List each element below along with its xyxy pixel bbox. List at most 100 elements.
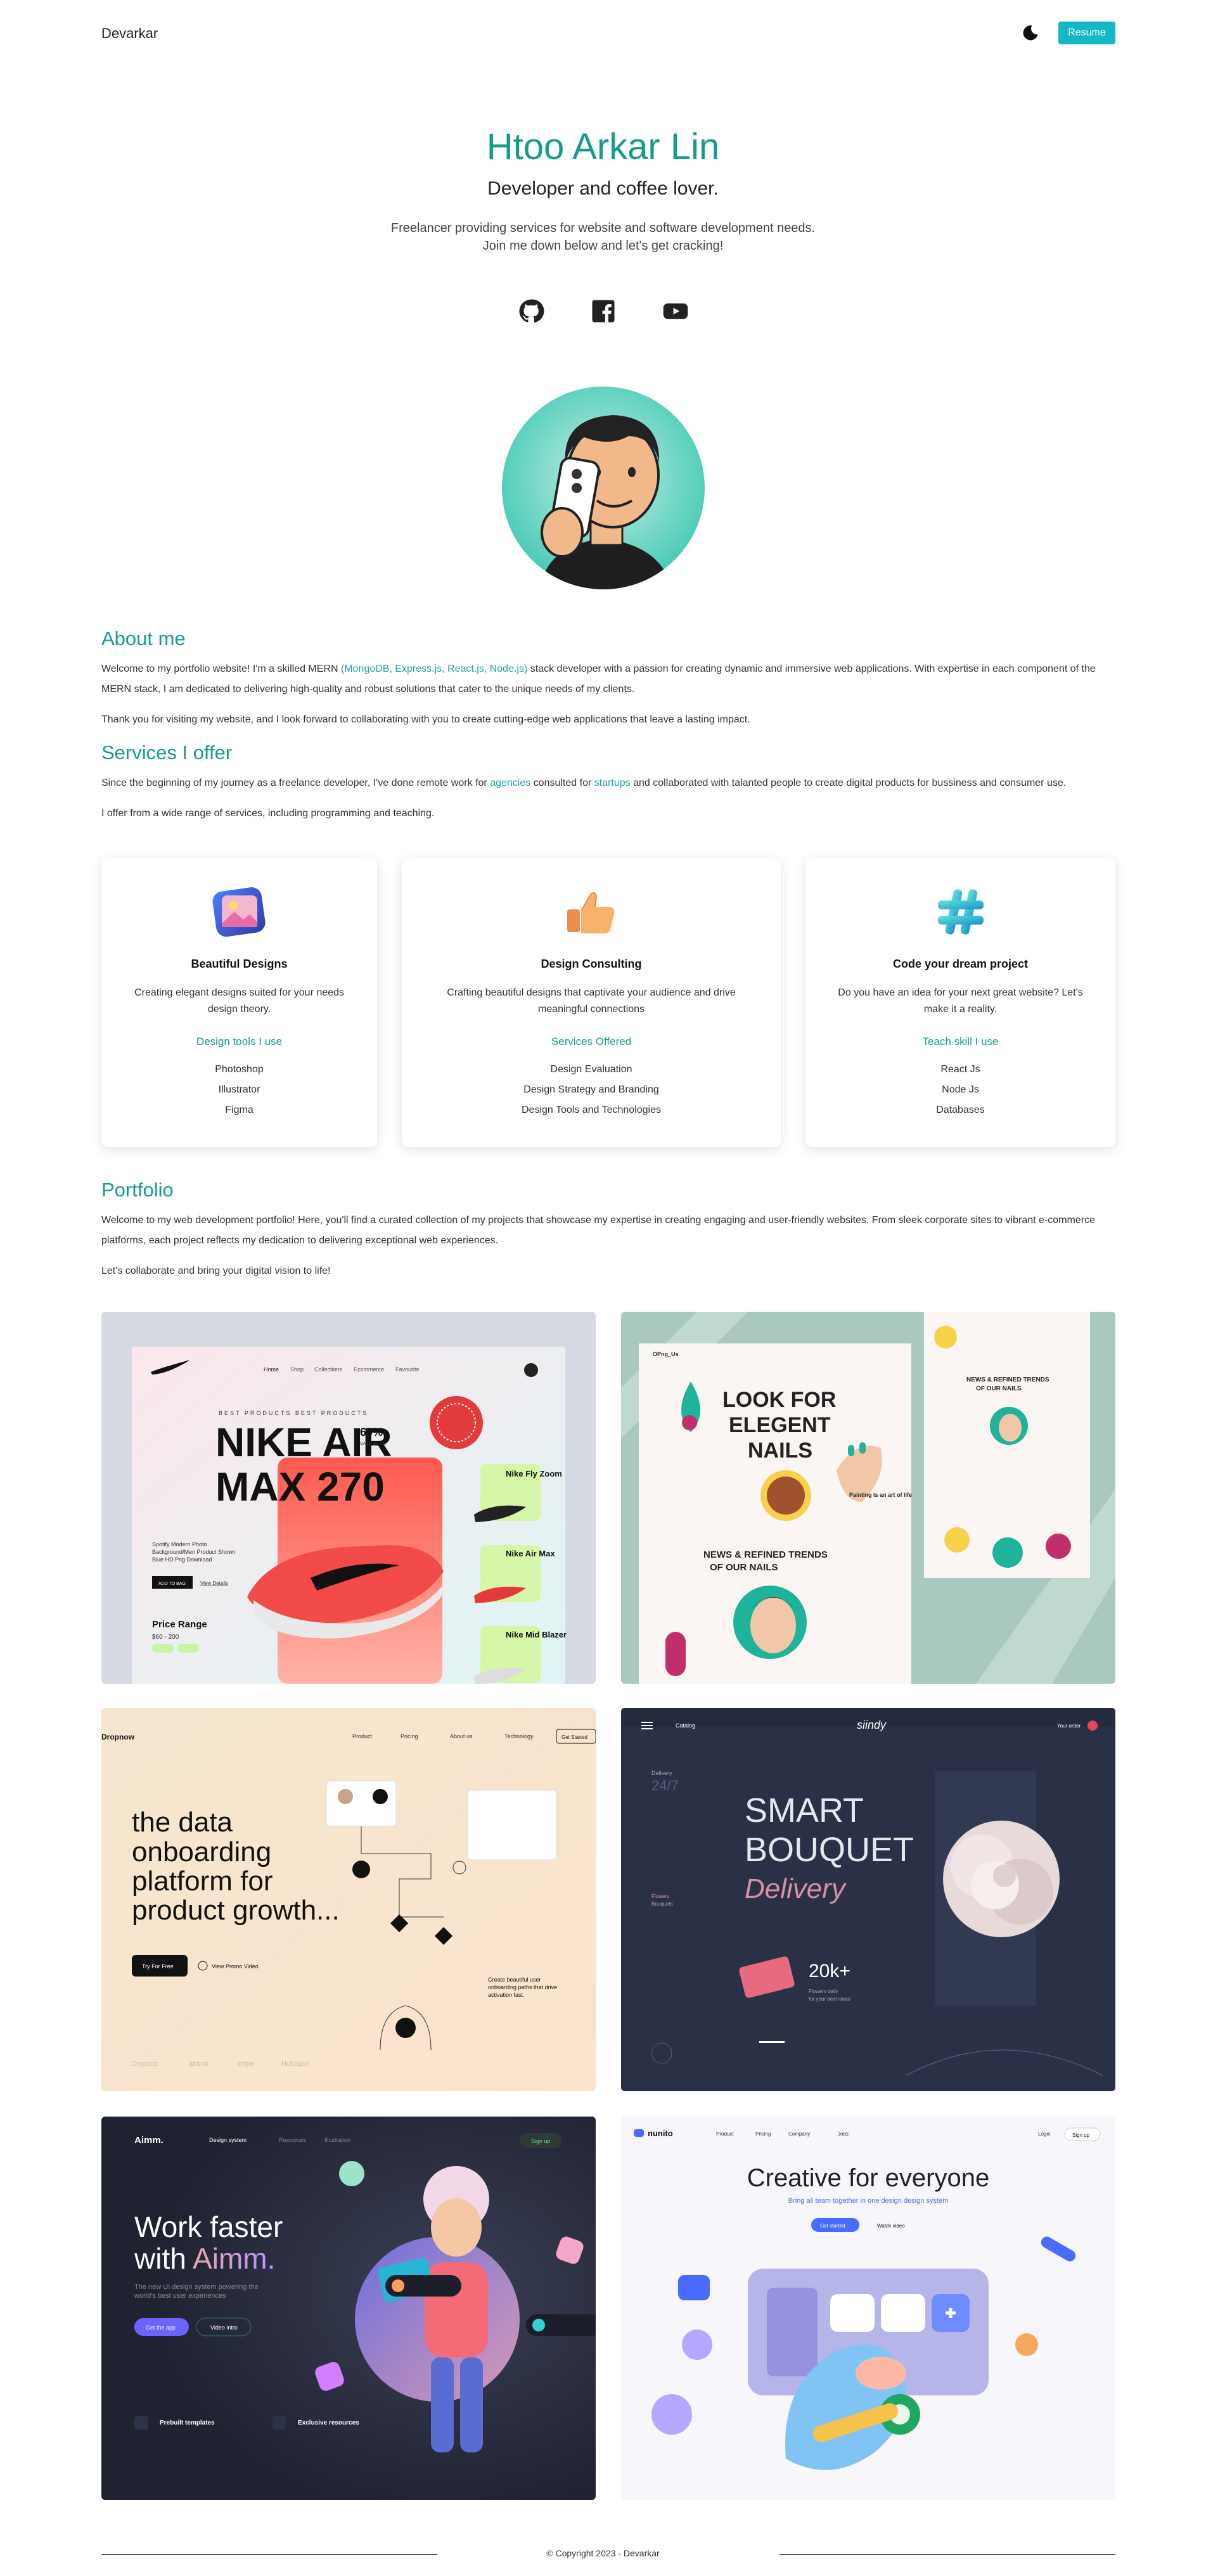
mockup-headline: the data <box>132 1807 233 1838</box>
services-paragraph-2: I offer from a wide range of services, i… <box>101 808 435 819</box>
mockup-brand: nunito <box>648 2129 673 2138</box>
hero-tagline: Developer and coffee lover. <box>487 178 719 199</box>
mockup-nav-text: About us <box>450 1733 473 1740</box>
mockup-side-news: NEWS & REFINED TRENDS <box>966 1376 1049 1383</box>
services-paragraph: Since the beginning of my journey as a f… <box>101 773 1115 793</box>
portfolio-item-nike[interactable]: Home Shop Collections Ecommerce Favourit… <box>101 1312 596 1684</box>
mockup-label: 24/7 <box>651 1778 679 1793</box>
card-subtitle: Design tools I use <box>196 1035 283 1048</box>
mockup-nav-text: Favourite <box>395 1366 420 1373</box>
brand-logo-text[interactable]: Devarkar <box>101 25 158 42</box>
mockup-side-label: Bouquets <box>651 1901 673 1907</box>
svg-text:with Aimm.: with Aimm. <box>134 2242 275 2275</box>
youtube-icon[interactable] <box>662 298 689 324</box>
mockup-button: Get the app <box>146 2324 176 2331</box>
card-title: Design Consulting <box>541 958 642 970</box>
card-list: Photoshop Illustrator Figma <box>101 1060 377 1120</box>
startups-link[interactable]: startups <box>594 778 631 788</box>
about-text: Welcome to my portfolio website! I'm a s… <box>101 663 341 674</box>
mockup-headline: BOUQUET <box>745 1831 914 1869</box>
portfolio-paragraph-2: Let's collaborate and bring your digital… <box>101 1266 331 1276</box>
mockup-logo: HubSpot <box>281 2060 309 2068</box>
mockup-feature: Exclusive resources <box>298 2419 359 2426</box>
card-list: React Js Node Js Databases <box>805 1060 1115 1120</box>
mockup-brand: siindy <box>857 1719 887 1731</box>
mockup-logo: stripe <box>237 2060 254 2068</box>
facebook-icon[interactable] <box>590 298 617 324</box>
list-item: Photoshop <box>215 1064 264 1075</box>
services-text: and collaborated with talanted people to… <box>630 778 1067 788</box>
card-description-line: make it a reality. <box>923 1004 998 1015</box>
agencies-link[interactable]: agencies <box>490 778 530 788</box>
mockup-nav-text: Login <box>1038 2131 1051 2137</box>
mockup-nav-text: Pricing <box>401 1733 418 1740</box>
mockup-button: Sign up <box>531 2138 551 2144</box>
mockup-feature: Prebuilt templates <box>160 2419 215 2426</box>
portfolio-paragraph: Welcome to my web development portfolio!… <box>101 1215 1095 1246</box>
github-icon[interactable] <box>518 298 544 324</box>
avatar <box>502 387 705 589</box>
mockup-nav-text: Illustration <box>324 2137 350 2143</box>
mockup-price-sub: Flowers daily <box>809 1989 838 1994</box>
mockup-side-news: OF OUR NAILS <box>976 1385 1022 1392</box>
list-item: Figma <box>225 1105 253 1115</box>
mockup-nav-text: Jobs <box>838 2131 849 2137</box>
mockup-headline: ELEGENT <box>729 1413 831 1437</box>
about-paragraph: Welcome to my portfolio website! I'm a s… <box>101 659 1115 700</box>
portfolio-item-nails[interactable]: OPng_Us LOOK FOR ELEGENT NAILS Painting … <box>621 1312 1115 1684</box>
mockup-link: View Details <box>200 1580 228 1586</box>
footer-divider <box>779 2554 1115 2555</box>
mockup-desc: Blue HD Png Download <box>152 1556 212 1563</box>
services-text: Since the beginning of my journey as a f… <box>101 778 491 788</box>
mockup-sub: world's best user experiences <box>134 2292 226 2300</box>
mockup-nav-text: Product <box>352 1733 373 1740</box>
card-title: Beautiful Designs <box>191 958 288 970</box>
social-links <box>0 298 1206 324</box>
mockup-headline: Work faster <box>134 2210 283 2243</box>
list-item: Design Tools and Technologies <box>521 1105 661 1115</box>
mockup-side-item: Nike Air Max <box>506 1549 555 1558</box>
portfolio-item-bouquet[interactable]: Catalog siindy Your order Delivery 24/7 … <box>621 1708 1115 2091</box>
mockup-price-sub: for your best ideas <box>809 1996 850 2002</box>
hero-intro-line: Join me down below and let's get crackin… <box>482 239 724 253</box>
list-item: Databases <box>936 1105 985 1115</box>
list-item: Node Js <box>942 1084 979 1095</box>
mockup-news: NEWS & REFINED TRENDS <box>703 1549 828 1560</box>
card-description: Do you have an idea for your next great … <box>805 985 1115 1018</box>
mockup-nav-text: Resources <box>279 2137 307 2143</box>
resume-button[interactable]: Resume <box>1058 22 1115 44</box>
mockup-desc: Background/Men Product Shown <box>152 1549 236 1555</box>
mockup-brand: Dropnow <box>101 1733 135 1741</box>
mockup-nav-text: Shop <box>290 1366 304 1373</box>
mockup-tag: Painting is an art of life <box>849 1492 912 1498</box>
mockup-button: Video intro <box>210 2324 238 2331</box>
mockup-nav-text: Catalog <box>676 1722 695 1729</box>
mockup-kicker: BEST PRODUCTS BEST PRODUCTS <box>219 1410 368 1416</box>
portfolio-item-nunito[interactable]: nunito Product Pricing Company Jobs Logi… <box>621 2117 1115 2500</box>
mockup-note: activation fast. <box>488 1992 525 1998</box>
mockup-nav-text: Home <box>264 1366 279 1373</box>
portfolio-title: Portfolio <box>101 1179 174 1201</box>
mockup-side-label: Flowers <box>651 1894 669 1899</box>
portfolio-item-aimm[interactable]: Aimm. Design system Resources Illustrati… <box>101 2117 596 2500</box>
mockup-sub: Bring all team together in one design de… <box>788 2197 949 2205</box>
moon-icon[interactable] <box>1022 24 1039 42</box>
mockup-nav-text: Product <box>716 2131 734 2137</box>
card-description: Crafting beautiful designs that captivat… <box>402 985 781 1018</box>
top-navbar: Devarkar Resume <box>0 0 1206 66</box>
list-item: React Js <box>940 1064 980 1075</box>
image-gallery-icon <box>212 887 266 937</box>
portfolio-item-dropnow[interactable]: Dropnow Product Pricing About us Technol… <box>101 1708 596 2091</box>
mockup-note: Create beautiful user <box>488 1977 541 1983</box>
card-description: Creating elegant designs suited for your… <box>101 985 377 1018</box>
mockup-button: Try For Free <box>142 1963 174 1970</box>
mockup-headline-script: Delivery <box>745 1873 847 1904</box>
mockup-logo: airbnb <box>189 2060 208 2068</box>
mockup-label: Delivery <box>651 1770 672 1776</box>
card-description-line: Crafting beautiful designs that captivat… <box>447 987 736 998</box>
card-description-line: meaningful connections <box>537 1004 645 1015</box>
mockup-discount: 60% <box>360 1426 383 1439</box>
hero-intro: Freelancer providing services for websit… <box>0 219 1206 255</box>
service-card-consulting: Design Consulting Crafting beautiful des… <box>402 859 781 1147</box>
mockup-nav-text: Ecommerce <box>354 1366 384 1373</box>
